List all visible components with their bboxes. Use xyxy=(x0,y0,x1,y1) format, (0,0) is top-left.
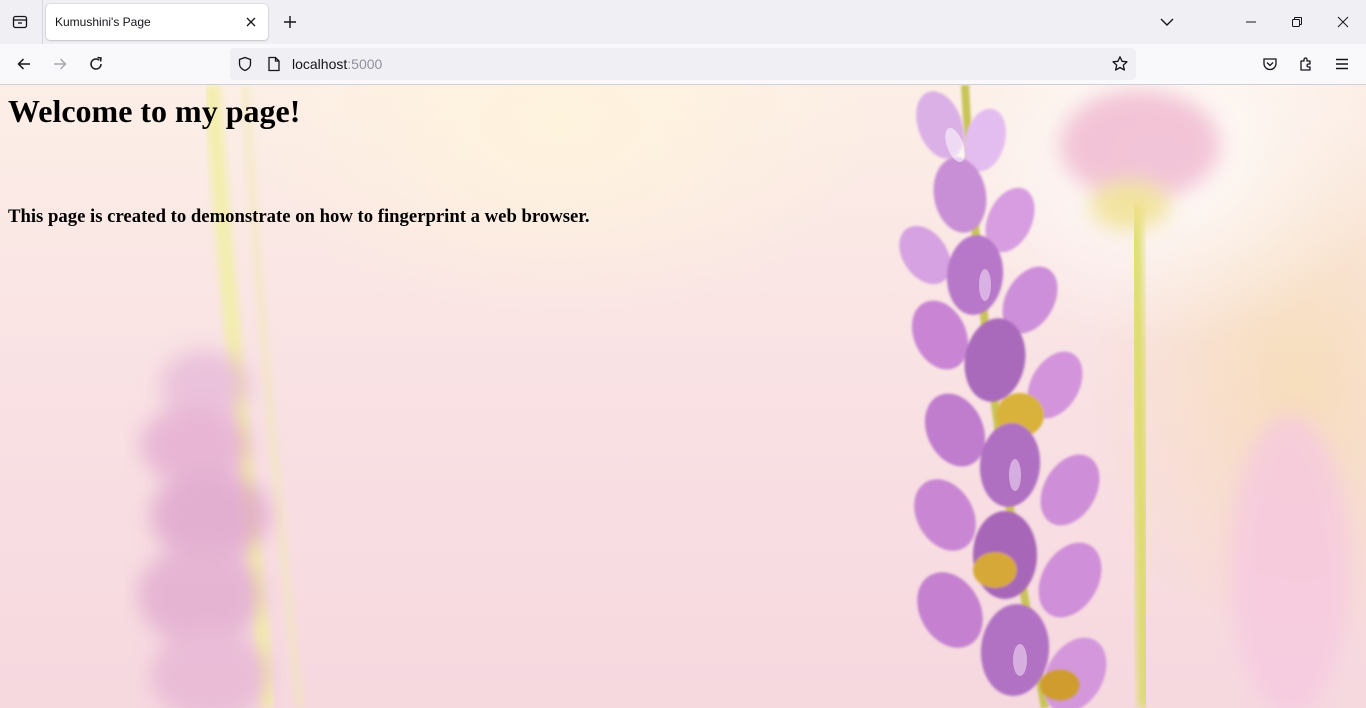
shield-icon xyxy=(238,56,252,72)
list-all-tabs-button[interactable] xyxy=(1155,10,1179,34)
close-icon xyxy=(246,17,256,27)
page-icon xyxy=(268,56,280,72)
address-bar[interactable]: localhost:5000 xyxy=(230,48,1136,80)
pocket-button[interactable] xyxy=(1256,50,1284,78)
close-icon xyxy=(1337,16,1349,28)
plus-icon xyxy=(284,16,296,28)
site-info-button[interactable] xyxy=(265,55,283,73)
url-port: :5000 xyxy=(347,56,383,72)
tab-active[interactable]: Kumushini's Page xyxy=(46,4,268,40)
minimize-button[interactable] xyxy=(1228,0,1274,44)
star-icon xyxy=(1112,56,1128,71)
restore-button[interactable] xyxy=(1274,0,1320,44)
page-content: Welcome to my page! This page is created… xyxy=(0,85,1366,708)
tracking-protection-button[interactable] xyxy=(236,55,254,73)
pocket-icon xyxy=(1263,58,1277,71)
extensions-icon xyxy=(1300,57,1311,71)
firefox-view-icon xyxy=(12,15,28,29)
reload-icon xyxy=(90,56,102,70)
new-tab-button[interactable] xyxy=(278,10,302,34)
bookmark-button[interactable] xyxy=(1110,54,1130,74)
firefox-view-button[interactable] xyxy=(8,10,32,34)
back-button[interactable] xyxy=(10,50,38,78)
tab-title: Kumushini's Page xyxy=(55,15,151,29)
url-text[interactable]: localhost:5000 xyxy=(292,56,382,72)
chevron-down-icon xyxy=(1160,18,1174,26)
back-icon xyxy=(17,58,30,70)
menu-button[interactable] xyxy=(1328,50,1356,78)
navigation-toolbar: localhost:5000 xyxy=(0,44,1366,85)
close-window-button[interactable] xyxy=(1320,0,1366,44)
extensions-button[interactable] xyxy=(1292,50,1320,78)
tab-bar: Kumushini's Page xyxy=(0,0,1366,44)
forward-icon xyxy=(54,58,67,70)
forward-button[interactable] xyxy=(46,50,74,78)
reload-button[interactable] xyxy=(82,50,110,78)
minimize-icon xyxy=(1246,21,1256,23)
menu-icon xyxy=(1336,58,1348,70)
tab-separator xyxy=(42,0,43,44)
lavender-background-image xyxy=(138,85,1350,708)
page-subheading: This page is created to demonstrate on h… xyxy=(8,206,590,227)
page-heading: Welcome to my page! xyxy=(8,93,301,129)
restore-icon xyxy=(1292,17,1302,27)
tab-close-button[interactable] xyxy=(242,13,260,31)
url-host: localhost xyxy=(292,56,348,72)
